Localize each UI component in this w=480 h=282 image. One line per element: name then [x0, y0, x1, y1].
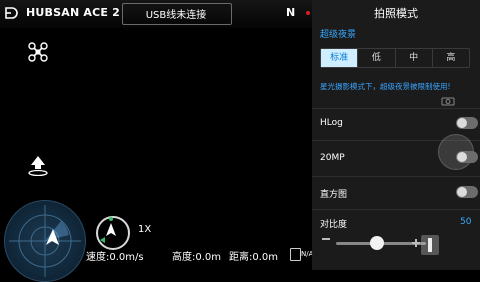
- speed-readout: 速度:0.0m/s: [86, 252, 144, 263]
- divider: [312, 209, 480, 210]
- contrast-value: 50: [460, 217, 472, 227]
- divider: [312, 176, 480, 177]
- record-indicator: [306, 11, 310, 15]
- drone-model-label: HUBSAN ACE 2: [26, 6, 120, 19]
- altitude-readout: 高度:0.0m: [172, 252, 222, 263]
- divider: [312, 108, 480, 109]
- 20mp-label: 20MP: [320, 153, 345, 163]
- photo-video-switch-icon[interactable]: [421, 235, 439, 255]
- night-mode-option-standard[interactable]: 标准: [321, 49, 358, 67]
- hlog-toggle[interactable]: [456, 117, 478, 129]
- compass-arrow-icon: [100, 217, 116, 243]
- zoom-level: 1X: [138, 224, 152, 235]
- compass-north-label: N: [286, 6, 296, 19]
- night-mode-option-low[interactable]: 低: [357, 49, 394, 67]
- histogram-toggle[interactable]: [456, 186, 478, 198]
- contrast-slider-handle[interactable]: [370, 236, 384, 250]
- 20mp-toggle[interactable]: [456, 151, 478, 163]
- plus-icon: [415, 239, 417, 247]
- attitude-compass: [96, 216, 130, 250]
- night-mode-label: 超级夜景: [320, 30, 357, 40]
- camera-icon[interactable]: [441, 96, 455, 106]
- drone-status-icon[interactable]: [28, 42, 48, 62]
- hlog-label: HLog: [320, 118, 343, 128]
- histogram-label: 直方图: [320, 190, 348, 200]
- radar-grid-icon: [9, 205, 81, 277]
- night-mode-option-medium[interactable]: 中: [394, 49, 432, 67]
- minus-icon[interactable]: [322, 238, 330, 240]
- night-mode-selector: 标准 低 中 高: [320, 48, 470, 68]
- panel-title: 拍照模式: [374, 7, 418, 20]
- connection-status: USB线未连接: [145, 10, 207, 21]
- sd-card-icon: [290, 248, 301, 261]
- contrast-label: 对比度: [320, 220, 348, 230]
- takeoff-icon[interactable]: [27, 154, 49, 176]
- distance-readout: 距离:0.0m: [229, 252, 279, 263]
- back-logo-icon[interactable]: [4, 6, 18, 20]
- night-mode-hint: 星光摄影模式下，超级夜景被限制使用!: [320, 82, 451, 91]
- night-mode-option-high[interactable]: 高: [431, 49, 469, 67]
